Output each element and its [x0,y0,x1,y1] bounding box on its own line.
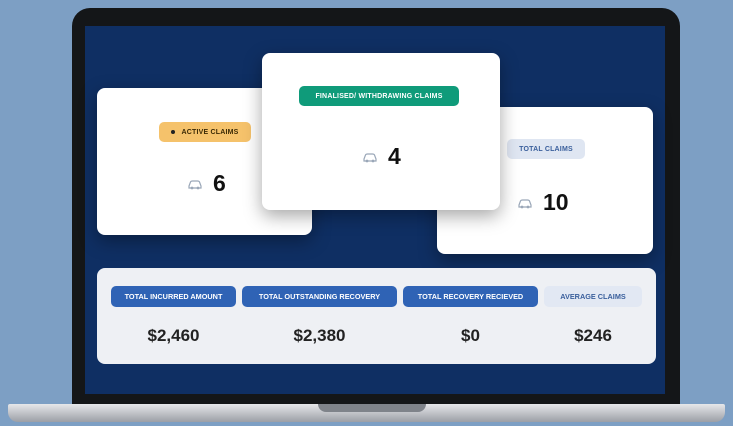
active-claims-badge: ACTIVE CLAIMS [159,122,251,142]
status-dot-icon [171,130,176,134]
finalised-claims-badge: FINALISED/ WITHDRAWING CLAIMS [299,86,459,106]
active-claims-count: 6 [187,170,226,197]
claims-stats-panel: TOTAL INCURRED AMOUNT TOTAL OUTSTANDING … [97,268,656,364]
car-icon [363,152,377,162]
total-claims-label: TOTAL CLAIMS [519,145,573,153]
stat-value-average-claims: $246 [574,326,612,345]
active-claims-label: ACTIVE CLAIMS [181,128,239,136]
finalised-claims-count: 4 [362,143,401,170]
car-icon [188,179,202,189]
finalised-claims-label: FINALISED/ WITHDRAWING CLAIMS [315,92,443,100]
laptop-hinge-notch [318,404,426,412]
total-claims-badge: TOTAL CLAIMS [507,139,585,159]
stat-value-total-incurred: $2,460 [147,326,200,345]
stat-value-total-recovery: $0 [461,326,480,345]
total-claims-count: 10 [517,189,569,216]
car-icon [518,198,532,208]
stat-label-total-outstanding: TOTAL OUTSTANDING RECOVERY [242,286,397,307]
finalised-claims-card[interactable]: FINALISED/ WITHDRAWING CLAIMS 4 [262,53,500,210]
stat-label-total-recovery: TOTAL RECOVERY RECIEVED [403,286,538,307]
stat-value-total-outstanding: $2,380 [293,326,346,345]
finalised-claims-value: 4 [388,143,401,169]
active-claims-value: 6 [213,170,226,196]
stat-label-total-incurred: TOTAL INCURRED AMOUNT [111,286,236,307]
total-claims-value: 10 [543,189,569,215]
stat-label-average-claims: AVERAGE CLAIMS [544,286,642,307]
